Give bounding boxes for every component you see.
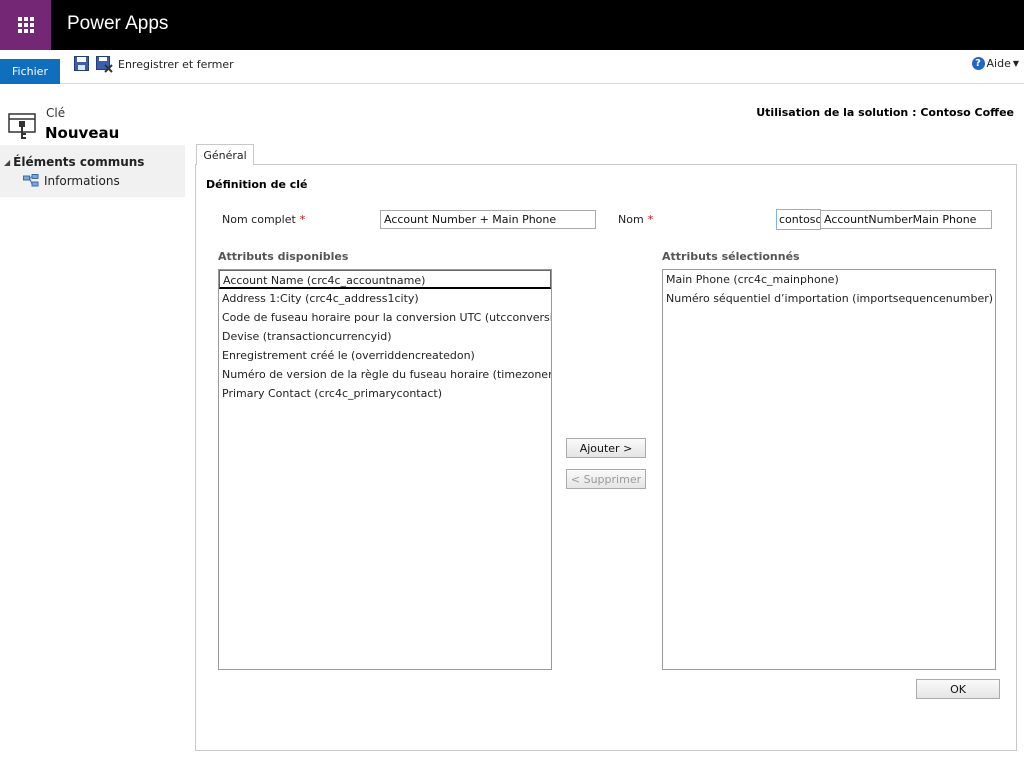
app-title: Power Apps	[67, 13, 169, 34]
selected-attributes-list[interactable]: Main Phone (crc4c_mainphone) Numéro séqu…	[662, 269, 996, 670]
form-content: Définition de clé Nom complet* Nom* cont…	[195, 164, 1017, 751]
list-item[interactable]: Primary Contact (crc4c_primarycontact)	[219, 384, 551, 403]
available-attributes-list[interactable]: Account Name (crc4c_accountname) Address…	[218, 269, 552, 670]
list-item[interactable]: Numéro de version de la règle du fuseau …	[219, 365, 551, 384]
entity-type-label: Clé	[46, 106, 66, 120]
help-label: Aide	[986, 57, 1011, 70]
add-button[interactable]: Ajouter >	[566, 438, 646, 458]
list-item[interactable]: Address 1:City (crc4c_address1city)	[219, 289, 551, 308]
list-item[interactable]: Enregistrement créé le (overriddencreate…	[219, 346, 551, 365]
available-attributes-title: Attributs disponibles	[218, 250, 349, 263]
list-item[interactable]: Code de fuseau horaire pour la conversio…	[219, 308, 551, 327]
name-input[interactable]	[820, 210, 992, 229]
waffle-icon	[17, 17, 34, 33]
left-navigation: ◢ Éléments communs Informations	[0, 145, 185, 197]
required-marker: *	[647, 213, 654, 226]
save-icon[interactable]	[74, 56, 89, 71]
list-item[interactable]: Main Phone (crc4c_mainphone)	[663, 270, 995, 289]
chevron-down-icon: ▼	[1012, 59, 1019, 68]
section-title: Définition de clé	[206, 178, 308, 191]
list-item[interactable]: Account Name (crc4c_accountname)	[219, 270, 551, 289]
selected-attributes-title: Attributs sélectionnés	[662, 250, 800, 263]
full-name-label: Nom complet *	[222, 213, 305, 226]
name-label-text: Nom	[618, 213, 644, 226]
nav-item-information[interactable]: Informations	[23, 174, 120, 188]
tab-general[interactable]: Général	[196, 144, 254, 165]
save-and-close-button[interactable]: Enregistrer et fermer	[118, 58, 234, 71]
help-button[interactable]: ? Aide ▼	[971, 57, 1019, 70]
ok-button[interactable]: OK	[916, 679, 1000, 699]
list-item[interactable]: Devise (transactioncurrencyid)	[219, 327, 551, 346]
list-item[interactable]: Numéro séquentiel d’importation (imports…	[663, 289, 995, 308]
required-marker: *	[299, 213, 306, 226]
full-name-label-text: Nom complet	[222, 213, 296, 226]
nav-section-label: Éléments communs	[13, 155, 145, 169]
name-label: Nom *	[618, 213, 653, 226]
file-button[interactable]: Fichier	[0, 59, 60, 84]
key-entity-icon	[8, 113, 36, 139]
app-launcher-button[interactable]	[0, 0, 51, 50]
nav-section-common[interactable]: ◢ Éléments communs	[4, 155, 144, 169]
help-icon: ?	[971, 57, 985, 70]
record-name-title: Nouveau	[45, 124, 120, 142]
full-name-input[interactable]	[380, 210, 596, 229]
information-icon	[23, 174, 39, 187]
solution-label: Utilisation de la solution : Contoso Cof…	[756, 106, 1014, 119]
collapse-triangle-icon[interactable]: ◢	[4, 158, 10, 167]
nav-item-label: Informations	[44, 174, 120, 188]
name-prefix: contoso_	[776, 209, 828, 230]
save-and-close-icon[interactable]	[96, 56, 113, 73]
command-ribbon: Fichier Enregistrer et fermer ? Aide ▼	[0, 50, 1024, 84]
top-bar: Power Apps	[0, 0, 1024, 50]
remove-button[interactable]: < Supprimer	[566, 469, 646, 489]
